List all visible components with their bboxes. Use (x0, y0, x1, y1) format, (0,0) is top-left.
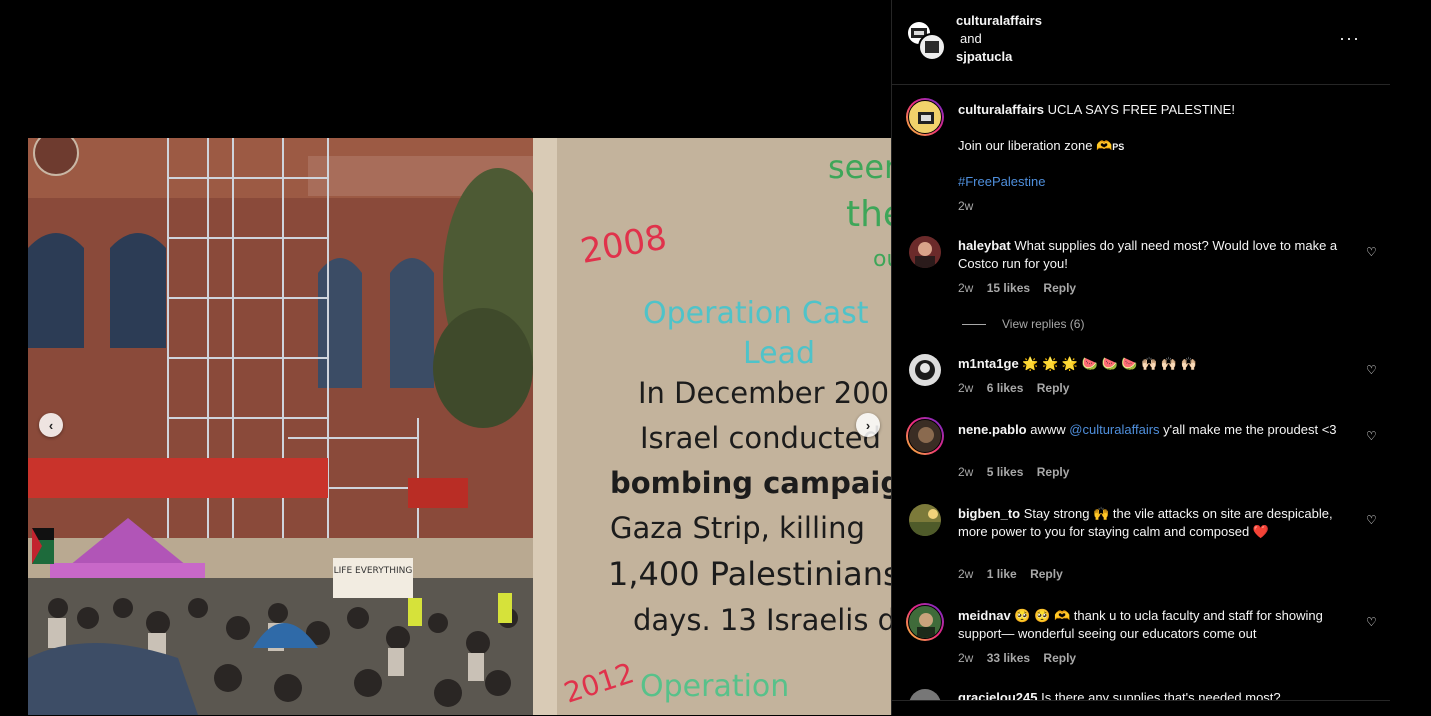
avatar (908, 419, 942, 453)
post-authors: culturalaffairs and sjpatucla (956, 12, 1042, 66)
more-options-icon[interactable]: ··· (1339, 28, 1360, 49)
comment-username[interactable]: nene.pablo (958, 422, 1027, 437)
action-bar (892, 700, 1390, 716)
comment-meidnav: meidnav 🥺 🥺 🫶 thank u to ucla faculty an… (958, 607, 1358, 643)
comment-time[interactable]: 2w (958, 567, 973, 581)
comment-time[interactable]: 2w (958, 281, 973, 295)
comment-username[interactable]: m1nta1ge (958, 356, 1019, 371)
comment-meta: 2w 5 likes Reply (958, 465, 1079, 479)
right-margin (1391, 0, 1431, 715)
post-media-area: LIFE EVERYTHING seen the ou 2008 Operati… (0, 0, 891, 715)
replies-divider (962, 324, 986, 326)
comment-text: 🌟 🌟 🌟 🍉 🍉 🍉 🙌🏻 🙌🏻 🙌🏻 (1022, 356, 1197, 371)
photo-banner-text: LIFE EVERYTHING (334, 566, 413, 576)
avatar-bigben-to[interactable] (909, 504, 941, 536)
comment-time[interactable]: 2w (958, 651, 973, 665)
like-heart-icon[interactable]: ♡ (1366, 615, 1377, 629)
comment-likes[interactable]: 33 likes (987, 651, 1030, 665)
caption-username[interactable]: culturalaffairs (958, 102, 1044, 117)
comment-haleybat: haleybat What supplies do yall need most… (958, 237, 1358, 273)
comment-username[interactable]: gracielou245 (958, 690, 1038, 700)
comment-meta: 2w 33 likes Reply (958, 651, 1086, 665)
photo-text-line3: bombing campaig (610, 466, 891, 500)
like-heart-icon[interactable]: ♡ (1366, 429, 1377, 443)
comment-nene-pablo: nene.pablo awww @culturalaffairs y'all m… (958, 421, 1358, 439)
photo-text-seen: seen (828, 148, 891, 186)
comment-m1nta1ge: m1nta1ge 🌟 🌟 🌟 🍉 🍉 🍉 🙌🏻 🙌🏻 🙌🏻 (958, 355, 1358, 373)
chevron-left-icon: ‹ (48, 417, 54, 433)
chevron-right-icon: › (865, 417, 871, 433)
photo-text-line2: Israel conducted (640, 421, 881, 455)
comment-meta: 2w 6 likes Reply (958, 381, 1079, 395)
caption-meta: 2w (958, 199, 983, 213)
caption-line1: culturalaffairs UCLA SAYS FREE PALESTINE… (958, 101, 1358, 119)
comment-likes[interactable]: 1 like (987, 567, 1017, 581)
comment-likes[interactable]: 5 likes (987, 465, 1024, 479)
comment-text-before: awww (1030, 422, 1070, 437)
comment-time[interactable]: 2w (958, 381, 973, 395)
comment-meta: 2w 15 likes Reply (958, 281, 1086, 295)
avatar-meidnav-ring[interactable] (906, 603, 944, 641)
author-culturalaffairs[interactable]: culturalaffairs (956, 12, 1042, 30)
caption-time[interactable]: 2w (958, 199, 973, 213)
comment-text-after: y'all make me the proudest <3 (1159, 422, 1337, 437)
like-heart-icon[interactable]: ♡ (1366, 363, 1377, 377)
reply-button[interactable]: Reply (1030, 567, 1063, 581)
caption-line2: Join our liberation zone 🫶PS (958, 137, 1358, 156)
comment-username[interactable]: haleybat (958, 238, 1011, 253)
comment-text: Is there any supplies that's needed most… (1041, 690, 1281, 700)
avatar-m1nta1ge[interactable] (909, 354, 941, 386)
caption-text1: UCLA SAYS FREE PALESTINE! (1047, 102, 1235, 117)
reply-button[interactable]: Reply (1037, 381, 1070, 395)
photo-text-operation2: Operation (640, 669, 789, 704)
carousel-prev-button[interactable]: ‹ (39, 413, 63, 437)
photo-text-line4: Gaza Strip, killing (610, 511, 865, 545)
caption-hashtag-line: #FreePalestine (958, 173, 1358, 191)
comment-text: 🥺 🥺 🫶 thank u to ucla faculty and staff … (958, 608, 1323, 641)
avatar (908, 100, 942, 134)
comment-likes[interactable]: 15 likes (987, 281, 1030, 295)
avatar-nene-pablo-ring[interactable] (906, 417, 944, 455)
comment-text: What supplies do yall need most? Would l… (958, 238, 1338, 271)
mention-link[interactable]: @culturalaffairs (1069, 422, 1159, 437)
reply-button[interactable]: Reply (1043, 651, 1076, 665)
photo-text-operation: Operation Cast (643, 296, 869, 331)
photo-text-lead: Lead (743, 336, 815, 371)
avatar (908, 605, 942, 639)
comment-likes[interactable]: 6 likes (987, 381, 1024, 395)
comment-time[interactable]: 2w (958, 465, 973, 479)
heart-hands-emoji: 🫶 (1096, 138, 1113, 153)
post-photo: LIFE EVERYTHING seen the ou 2008 Operati… (28, 138, 891, 715)
comment-gracielou245: gracielou245 Is there any supplies that'… (958, 689, 1358, 700)
avatar-haleybat[interactable] (909, 236, 941, 268)
like-heart-icon[interactable]: ♡ (1366, 245, 1377, 259)
photo-text-the: the (846, 194, 891, 235)
avatar-caption-ring[interactable] (906, 98, 944, 136)
author-sjpatucla[interactable]: sjpatucla (956, 48, 1042, 66)
avatar-gracielou245[interactable] (909, 689, 941, 700)
caption-text2: Join our liberation zone (958, 138, 1093, 153)
hashtag-link[interactable]: #FreePalestine (958, 174, 1045, 189)
comment-username[interactable]: meidnav (958, 608, 1011, 623)
like-heart-icon[interactable]: ♡ (1366, 513, 1377, 527)
carousel-next-button[interactable]: › (856, 413, 880, 437)
view-replies-label: View replies (6) (1002, 317, 1085, 331)
comment-username[interactable]: bigben_to (958, 506, 1020, 521)
photo-text-line5: 1,400 Palestinians (608, 555, 891, 593)
view-replies-button[interactable]: View replies (6) (962, 317, 1084, 331)
post-header: culturalaffairs and sjpatucla ··· (892, 0, 1390, 85)
comment-bigben-to: bigben_to Stay strong 🙌 the vile attacks… (958, 505, 1358, 541)
photo-text-line1: In December 200 (638, 376, 889, 410)
comments-list[interactable]: culturalaffairs UCLA SAYS FREE PALESTINE… (892, 85, 1390, 700)
reply-button[interactable]: Reply (1037, 465, 1070, 479)
author-and-label: and (960, 31, 982, 46)
caption-badge: PS (1112, 142, 1125, 152)
avatar-sjpatucla-small[interactable] (918, 33, 946, 61)
photo-text-line6: days. 13 Israelis d (633, 603, 891, 637)
comment-meta: 2w 1 like Reply (958, 567, 1073, 581)
reply-button[interactable]: Reply (1043, 281, 1076, 295)
photo-text-ou: ou (873, 247, 891, 272)
post-sidebar: culturalaffairs and sjpatucla ··· cultur… (891, 0, 1391, 716)
